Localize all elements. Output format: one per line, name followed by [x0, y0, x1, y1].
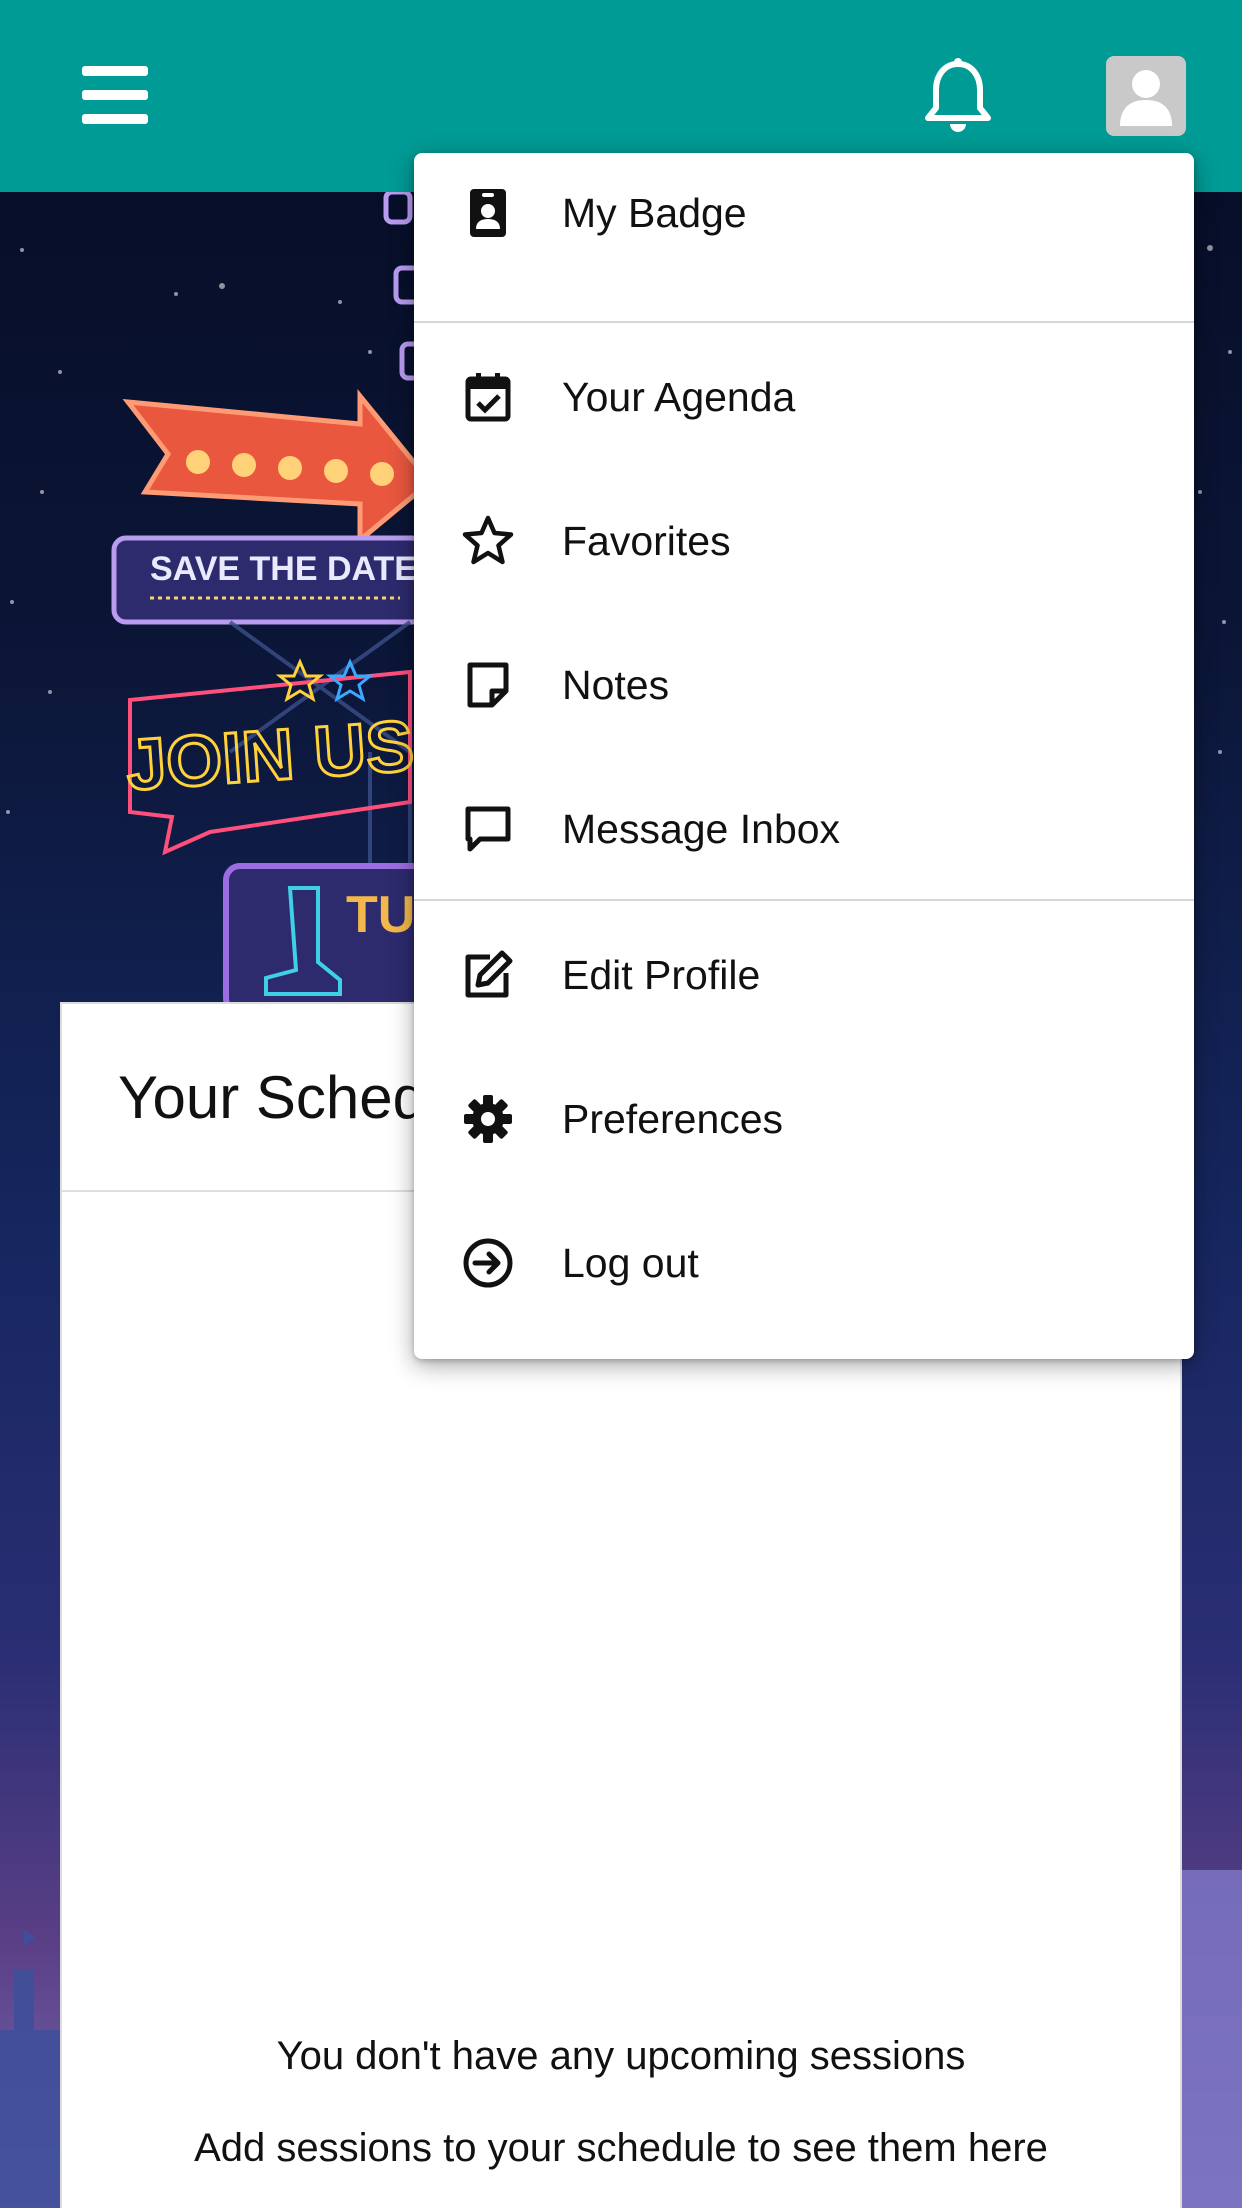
menu-divider [414, 321, 1194, 323]
boot-sign: TU [223, 863, 439, 1012]
menu-item-label: Log out [562, 1239, 699, 1286]
logout-arrow-icon [460, 1235, 516, 1291]
save-the-date-sign: SAVE THE DATE [111, 535, 427, 625]
menu-item-label: Message Inbox [562, 805, 841, 852]
svg-text:TU: TU [346, 886, 415, 944]
sticky-note-icon [460, 657, 516, 713]
join-us-sign: JOIN US! [122, 658, 442, 856]
menu-item-your-agenda[interactable]: Your Agenda [414, 337, 1194, 457]
badge-icon [460, 185, 516, 241]
menu-divider [414, 899, 1194, 901]
star-icon [460, 513, 516, 569]
message-bubble-icon [460, 801, 516, 857]
user-dropdown-menu: My Badge Your Agenda Favorites Notes Mes… [414, 153, 1194, 1359]
menu-item-edit-profile[interactable]: Edit Profile [414, 915, 1194, 1035]
empty-state-message: You don't have any upcoming sessions [276, 2034, 966, 2078]
hamburger-menu-icon[interactable] [82, 66, 148, 124]
bell-icon[interactable] [922, 56, 994, 136]
edit-icon [460, 947, 516, 1003]
menu-item-notes[interactable]: Notes [414, 625, 1194, 745]
neon-arrow-sign [122, 388, 434, 546]
menu-item-log-out[interactable]: Log out [414, 1203, 1194, 1323]
menu-item-my-badge[interactable]: My Badge [414, 153, 1194, 273]
svg-text:JOIN US!: JOIN US! [124, 704, 441, 806]
user-avatar-icon [1120, 70, 1172, 126]
menu-item-label: Notes [562, 661, 670, 708]
menu-item-favorites[interactable]: Favorites [414, 481, 1194, 601]
menu-item-label: Your Agenda [562, 373, 796, 420]
calendar-check-icon [460, 369, 516, 425]
user-avatar-button[interactable] [1106, 56, 1186, 136]
menu-item-label: Favorites [562, 517, 731, 564]
menu-item-label: Preferences [562, 1095, 784, 1142]
empty-state-hint: Add sessions to your schedule to see the… [194, 2126, 1048, 2170]
menu-item-label: Edit Profile [562, 951, 761, 998]
gear-icon [460, 1091, 516, 1147]
svg-text:SAVE THE DATE: SAVE THE DATE [150, 550, 417, 588]
menu-item-preferences[interactable]: Preferences [414, 1059, 1194, 1179]
menu-item-message-inbox[interactable]: Message Inbox [414, 769, 1194, 889]
menu-item-label: My Badge [562, 189, 747, 236]
